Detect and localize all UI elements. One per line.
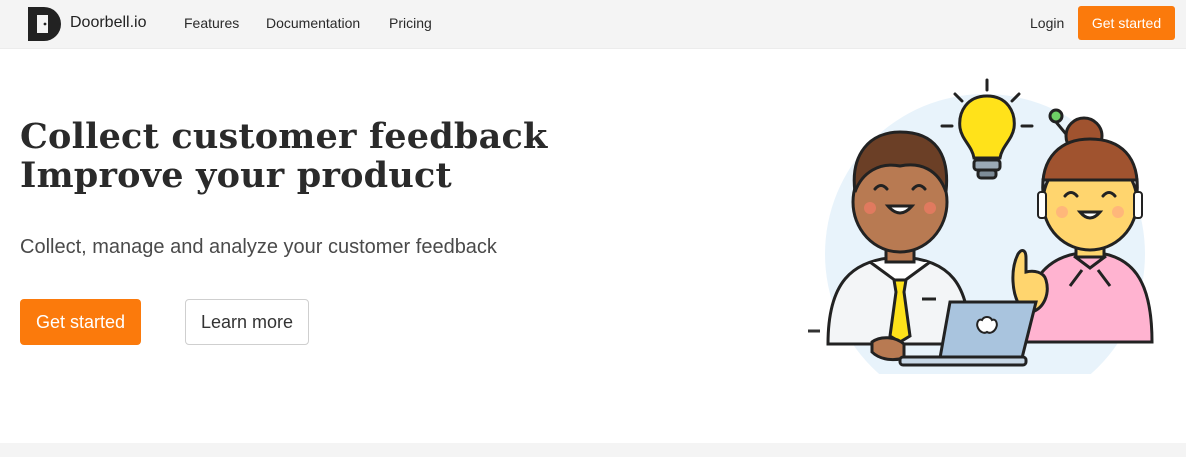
get-started-button[interactable]: Get started (20, 299, 141, 345)
hero-title-line-1: Collect customer feedback (20, 116, 548, 157)
doorbell-logo-icon[interactable] (26, 6, 62, 42)
nav-features-link[interactable]: Features (184, 15, 239, 31)
hero-title-line-2: Improve your product (20, 155, 452, 196)
learn-more-button[interactable]: Learn more (185, 299, 309, 345)
footer-strip (0, 443, 1186, 457)
hero-title: Collect customer feedback Improve your p… (20, 117, 547, 195)
nav-documentation-link[interactable]: Documentation (266, 15, 360, 31)
top-navbar: Doorbell.io Features Documentation Prici… (0, 0, 1186, 49)
brand-name[interactable]: Doorbell.io (70, 14, 146, 32)
login-link[interactable]: Login (1030, 15, 1064, 31)
nav-get-started-button[interactable]: Get started (1078, 6, 1175, 40)
nav-pricing-link[interactable]: Pricing (389, 15, 432, 31)
hero-subtitle: Collect, manage and analyze your custome… (20, 236, 497, 258)
team-idea-illustration (808, 78, 1154, 374)
